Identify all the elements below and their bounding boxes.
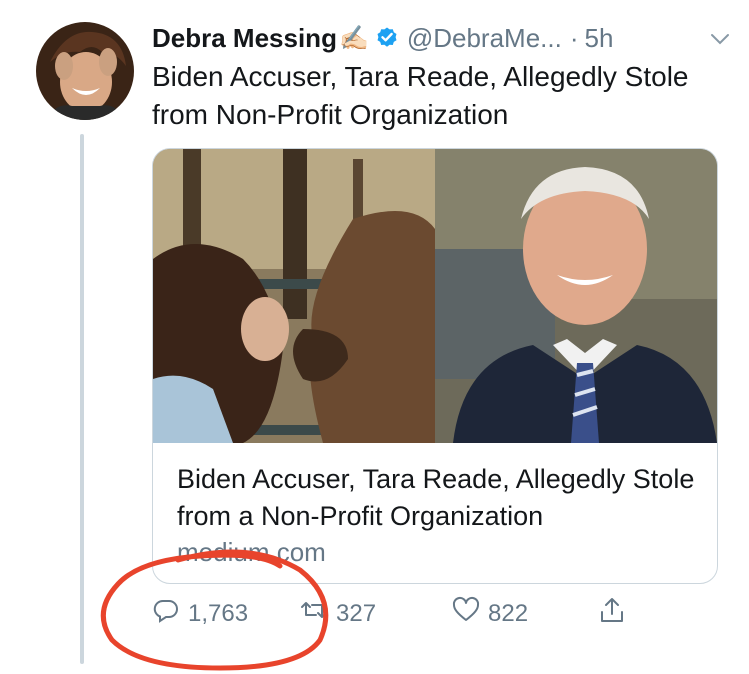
like-icon — [452, 596, 488, 631]
author-name[interactable]: Debra Messing — [152, 23, 337, 54]
tweet-time[interactable]: 5h — [585, 23, 614, 54]
thread-line — [80, 134, 84, 664]
reply-count: 1,763 — [188, 599, 249, 627]
share-icon — [598, 596, 634, 631]
card-title: Biden Accuser, Tara Reade, Allegedly Sto… — [177, 464, 695, 531]
tweet-actions: 1,763 327 822 — [152, 596, 642, 642]
retweet-icon — [300, 596, 336, 631]
share-button[interactable] — [598, 596, 634, 631]
reply-icon — [152, 596, 188, 631]
retweet-button[interactable]: 327 — [300, 596, 376, 631]
separator-dot: · — [569, 22, 579, 53]
like-count: 822 — [488, 599, 529, 627]
tweet-text: Biden Accuser, Tara Reade, Allegedly Sto… — [152, 61, 689, 130]
reply-button[interactable]: 1,763 — [152, 596, 248, 631]
retweet-count: 327 — [336, 599, 377, 627]
link-card[interactable]: Biden Accuser, Tara Reade, Allegedly Sto… — [152, 148, 718, 584]
like-button[interactable]: 822 — [452, 596, 528, 631]
author-handle[interactable]: @DebraMe... — [407, 23, 562, 54]
chevron-down-icon[interactable] — [709, 26, 731, 48]
card-image — [153, 149, 717, 443]
card-domain: medium.com — [177, 537, 326, 567]
verified-badge-icon — [375, 26, 399, 50]
avatar[interactable] — [36, 22, 134, 120]
tweet-header: Debra Messing ✍🏻 @DebraMe... · 5h — [152, 20, 729, 56]
author-emoji: ✍🏻 — [338, 24, 369, 52]
